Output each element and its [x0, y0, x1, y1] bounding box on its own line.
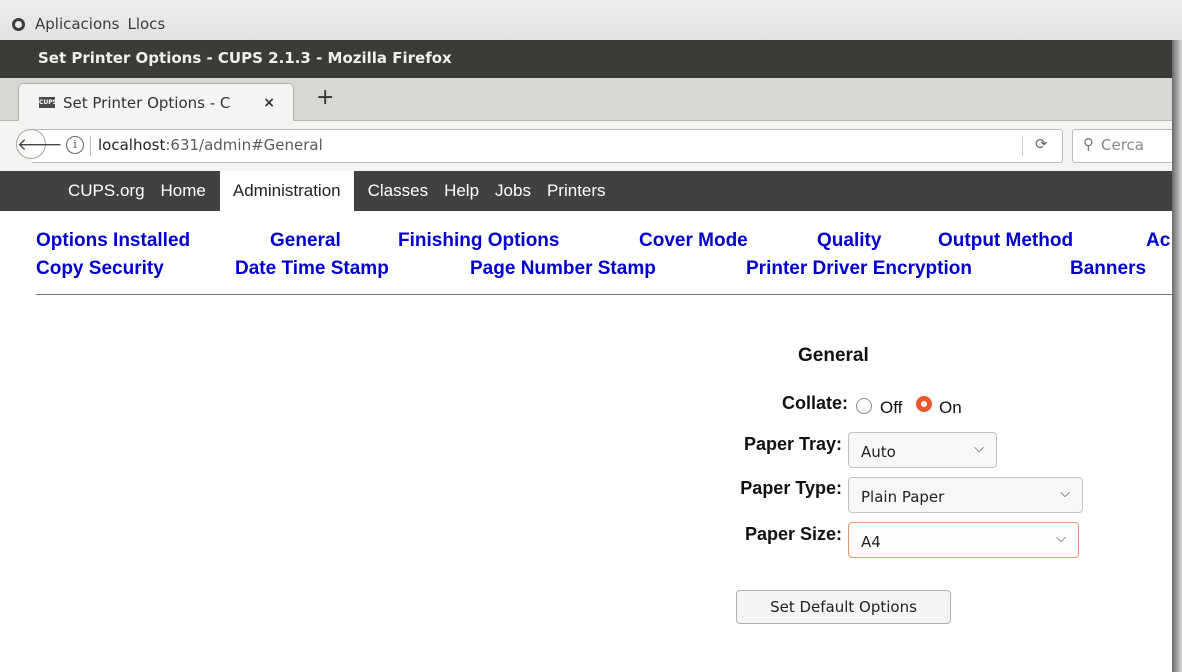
- link-copy-security[interactable]: Copy Security: [36, 258, 164, 280]
- collate-on-radio[interactable]: [916, 396, 932, 412]
- nav-cups-org[interactable]: CUPS.org: [60, 171, 153, 211]
- nav-jobs[interactable]: Jobs: [487, 171, 539, 211]
- chevron-down-icon: ⌵: [1060, 486, 1070, 501]
- paper-type-label: Paper Type:: [740, 478, 842, 498]
- link-page-number-stamp[interactable]: Page Number Stamp: [470, 258, 656, 280]
- search-placeholder: Cerca: [1101, 136, 1144, 154]
- system-menu: Aplicacions Llocs: [12, 13, 165, 35]
- nav-home[interactable]: Home: [153, 171, 214, 211]
- menu-aplicacions[interactable]: Aplicacions: [35, 15, 119, 33]
- link-finishing-options[interactable]: Finishing Options: [398, 230, 559, 252]
- option-groups-menu: Options Installed General Finishing Opti…: [36, 230, 1176, 286]
- collate-on-label: On: [939, 398, 962, 417]
- close-tab-icon[interactable]: ×: [263, 95, 275, 111]
- window-edge-shadow: [1172, 40, 1182, 672]
- cups-nav: CUPS.org Home Administration Classes Hel…: [60, 171, 614, 211]
- link-output-method[interactable]: Output Method: [938, 230, 1073, 252]
- nav-help[interactable]: Help: [436, 171, 487, 211]
- paper-type-select[interactable]: Plain Paper ⌵: [848, 477, 1083, 513]
- collate-label: Collate:: [781, 393, 848, 413]
- paper-type-value: Plain Paper: [861, 488, 945, 506]
- reload-divider: [1022, 136, 1023, 156]
- browser-tab[interactable]: CUPS Set Printer Options - C ×: [18, 83, 294, 121]
- ubuntu-logo-icon: [12, 17, 25, 31]
- reload-icon[interactable]: ⟳: [1035, 135, 1048, 153]
- link-cover-mode[interactable]: Cover Mode: [639, 230, 748, 252]
- nav-administration[interactable]: Administration: [219, 171, 354, 211]
- link-date-time-stamp[interactable]: Date Time Stamp: [235, 258, 389, 280]
- link-printer-driver-encryption[interactable]: Printer Driver Encryption: [746, 258, 972, 280]
- link-quality[interactable]: Quality: [817, 230, 881, 252]
- paper-size-value: A4: [861, 533, 881, 551]
- link-banners[interactable]: Banners: [1070, 258, 1146, 280]
- link-general[interactable]: General: [270, 230, 341, 252]
- window-title-bar: Set Printer Options - CUPS 2.1.3 - Mozil…: [0, 40, 1172, 78]
- window-title: Set Printer Options - CUPS 2.1.3 - Mozil…: [38, 49, 452, 67]
- nav-classes[interactable]: Classes: [360, 171, 436, 211]
- paper-tray-select[interactable]: Auto ⌵: [848, 432, 997, 468]
- navigation-toolbar: i localhost:631/admin#General ⟳ 🡐 ⚲ Cerc…: [0, 121, 1182, 172]
- option-groups-row-2: Copy Security Date Time Stamp Page Numbe…: [36, 258, 1176, 286]
- search-input[interactable]: ⚲ Cerca: [1072, 129, 1182, 163]
- link-ac-truncated[interactable]: Ac: [1146, 230, 1170, 252]
- paper-tray-label: Paper Tray:: [743, 434, 842, 454]
- paper-size-select[interactable]: A4 ⌵: [848, 522, 1079, 558]
- collate-off-label: Off: [880, 398, 903, 417]
- new-tab-icon[interactable]: +: [316, 85, 334, 110]
- back-arrow-icon: 🡐: [17, 135, 63, 155]
- collate-off-radio[interactable]: [856, 398, 872, 414]
- option-groups-row-1: Options Installed General Finishing Opti…: [36, 230, 1176, 258]
- paper-tray-value: Auto: [861, 443, 896, 461]
- chevron-down-icon: ⌵: [974, 441, 984, 456]
- url-text[interactable]: localhost:631/admin#General: [98, 136, 323, 154]
- set-default-options-button[interactable]: Set Default Options: [736, 590, 951, 624]
- paper-size-label: Paper Size:: [744, 524, 842, 544]
- menu-llocs[interactable]: Llocs: [127, 15, 165, 33]
- chevron-down-icon: ⌵: [1056, 531, 1066, 546]
- cups-favicon-icon: CUPS: [39, 97, 57, 108]
- search-icon: ⚲: [1083, 135, 1094, 153]
- cups-header-bar: CUPS.org Home Administration Classes Hel…: [0, 171, 1172, 211]
- section-title: General: [798, 345, 869, 366]
- nav-printers[interactable]: Printers: [539, 171, 614, 211]
- url-divider: [90, 136, 91, 156]
- info-icon[interactable]: i: [66, 136, 84, 154]
- url-bar[interactable]: i localhost:631/admin#General ⟳: [32, 129, 1063, 163]
- menu-divider: [36, 294, 1172, 295]
- system-top-panel: Aplicacions Llocs: [0, 0, 1182, 40]
- tab-strip: CUPS Set Printer Options - C × +: [0, 78, 1172, 121]
- link-options-installed[interactable]: Options Installed: [36, 230, 190, 252]
- back-button[interactable]: 🡐: [16, 129, 63, 159]
- tab-title: Set Printer Options - C: [63, 93, 231, 112]
